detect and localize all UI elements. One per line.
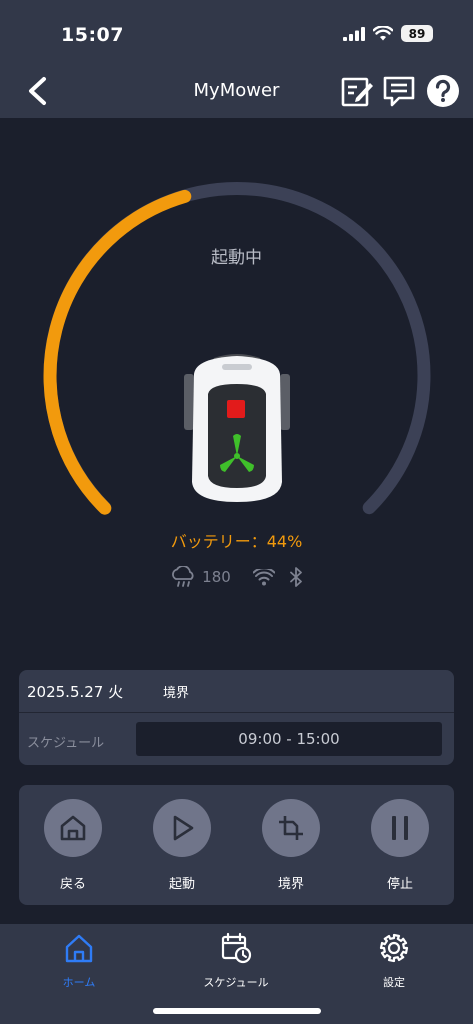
battery-indicator: 89 [401,25,433,42]
bluetooth-icon [289,567,302,587]
battery-label: バッテリー：44% [170,532,303,551]
tab-schedule[interactable]: スケジュール [181,932,291,990]
stop-circle[interactable] [371,799,429,857]
gear-outline [379,933,409,963]
home-icon [65,934,93,963]
date-row: 2025.5.27 火 境界 [19,670,454,713]
edit-note-icon[interactable] [340,74,374,108]
home-icon [60,815,86,841]
return-home-circle[interactable] [44,799,102,857]
status-time: 15:07 [61,24,124,46]
mower-status: 起動中 [211,248,262,268]
start-button[interactable]: 起動 [142,799,222,892]
control-panel: 戻る 起動 境界 停止 [19,785,454,905]
header: MyMower [0,62,473,118]
rain-sensor: 180 [170,566,231,588]
status-bar: 15:07 89 [0,0,473,62]
stop-button[interactable]: 停止 [360,799,440,892]
gear-icon [379,933,409,963]
schedule-time-range[interactable]: 09:00 - 15:00 [136,722,442,756]
home-indicator [153,1008,321,1014]
boundary-circle[interactable] [262,799,320,857]
boundary-label: 境界 [277,877,304,892]
rain-value: 180 [202,568,231,586]
boundary-button[interactable]: 境界 [251,799,331,892]
tab-home[interactable]: ホーム [24,932,134,990]
play-icon [173,815,194,841]
signal-icon [343,26,365,41]
message-icon[interactable] [382,74,416,108]
tab-schedule-label: スケジュール [203,976,269,989]
start-label: 起動 [168,877,195,892]
status-indicators: 89 [343,25,433,42]
tab-home-label: ホーム [62,976,96,989]
current-date: 2025.5.27 火 [27,683,124,701]
tab-settings-label: 設定 [383,976,405,989]
wifi-status-icon [373,26,393,41]
mower-image [184,354,290,502]
schedule-icon [221,932,252,964]
schedule-info-card: 2025.5.27 火 境界 スケジュール 09:00 - 15:00 [19,670,454,765]
return-home-label: 戻る [59,877,86,892]
mowing-mode: 境界 [163,686,190,701]
schedule-label: スケジュール [27,736,105,751]
boundary-icon [279,816,303,840]
rain-cloud-icon [172,566,194,587]
pause-icon [392,816,408,840]
tab-settings[interactable]: 設定 [339,932,449,990]
stop-label: 停止 [386,877,413,892]
wifi-icon [252,568,275,585]
start-circle[interactable] [153,799,211,857]
connectivity-row: 180 [0,566,473,588]
help-icon[interactable] [426,74,460,108]
return-home-button[interactable]: 戻る [33,799,113,892]
